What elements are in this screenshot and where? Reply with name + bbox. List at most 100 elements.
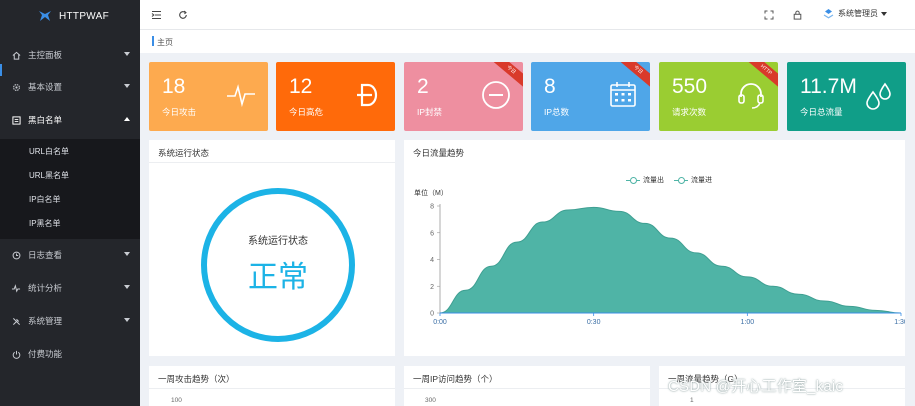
system-status-panel: 系统运行状态 系统运行状态 正常 bbox=[149, 140, 395, 356]
sidebar: HTTPWAF 主控面板 基本设置 黑白名单 URL白名单 URL黑名单 IP白… bbox=[0, 0, 140, 406]
list-icon bbox=[11, 115, 21, 125]
axis-tick-label: 300 bbox=[425, 397, 436, 404]
y-tick-label: 6 bbox=[430, 230, 434, 237]
breadcrumb-marker bbox=[152, 36, 154, 46]
panel-title: 一周IP访问趋势（个） bbox=[413, 374, 498, 384]
sidebar-item-label: 日志查看 bbox=[28, 250, 63, 260]
stat-value: 2 bbox=[417, 75, 429, 98]
y-tick-label: 0 bbox=[430, 311, 434, 318]
sidebar-item-label: 系统管理 bbox=[28, 316, 63, 326]
panel-title: 一周攻击趋势（次） bbox=[158, 374, 235, 384]
stat-value: 11.7M bbox=[800, 75, 857, 98]
sidebar-item-basic-settings[interactable]: 基本设置 bbox=[0, 72, 140, 102]
stat-card-requests[interactable]: 550 请求次数 HTTP bbox=[659, 62, 778, 131]
sidebar-item-blacklist-whitelist[interactable]: 黑白名单 bbox=[0, 105, 140, 135]
x-tick-label: 1:00 bbox=[741, 319, 755, 326]
app-logo[interactable]: HTTPWAF bbox=[0, 0, 140, 32]
panel-title: 系统运行状态 bbox=[158, 148, 210, 158]
sidebar-item-dashboard[interactable]: 主控面板 bbox=[0, 40, 140, 70]
stat-label: 今日高危 bbox=[289, 107, 324, 117]
sidebar-item-label: 付费功能 bbox=[28, 349, 63, 359]
home-icon bbox=[11, 50, 21, 60]
submenu-item-ip-whitelist[interactable]: IP白名单 bbox=[0, 187, 140, 211]
chevron-down-icon bbox=[124, 252, 130, 256]
user-menu[interactable]: 系统管理员 bbox=[823, 8, 887, 19]
status-value: 正常 bbox=[248, 260, 308, 295]
breadcrumb-home[interactable]: 主页 bbox=[157, 37, 173, 48]
chevron-down-icon bbox=[124, 318, 130, 322]
weekly-ip-panel: 一周IP访问趋势（个） 300 bbox=[404, 366, 650, 406]
clock-icon bbox=[11, 250, 21, 260]
weekly-attack-panel: 一周攻击趋势（次） 100 bbox=[149, 366, 395, 406]
submenu-item-url-blacklist[interactable]: URL黑名单 bbox=[0, 163, 140, 187]
sidebar-item-label: 统计分析 bbox=[28, 283, 63, 293]
stat-card-traffic[interactable]: 11.7M 今日总流量 bbox=[787, 62, 906, 131]
sidebar-item-system-management[interactable]: 系统管理 bbox=[0, 306, 140, 336]
status-ring: 系统运行状态 正常 bbox=[201, 188, 355, 342]
y-tick-label: 8 bbox=[430, 204, 434, 211]
chevron-down-icon bbox=[124, 285, 130, 289]
sidebar-item-statistics[interactable]: 统计分析 bbox=[0, 273, 140, 303]
panel-divider bbox=[149, 162, 395, 163]
danger-d-icon bbox=[357, 83, 378, 107]
fullscreen-icon[interactable] bbox=[763, 9, 775, 21]
traffic-trend-panel: 今日流量趋势 流量出 流量进 单位（M） 0 2 4 6 8 0:00 0:30 1:00 1:3… bbox=[404, 140, 905, 356]
axis-tick-label: 100 bbox=[171, 397, 182, 404]
chevron-down-icon bbox=[881, 11, 887, 16]
menu-toggle-icon[interactable] bbox=[150, 9, 162, 21]
stat-card-ip-banned[interactable]: 2 IP封禁 今日 bbox=[404, 62, 523, 131]
sidebar-item-logs[interactable]: 日志查看 bbox=[0, 240, 140, 270]
refresh-icon[interactable] bbox=[177, 9, 189, 21]
panel-divider bbox=[149, 388, 395, 389]
sidebar-item-paid-features[interactable]: 付费功能 bbox=[0, 339, 140, 369]
x-tick-label: 0:00 bbox=[433, 319, 447, 326]
traffic-chart: 单位（M） 0 2 4 6 8 0:00 0:30 1:00 1:30 bbox=[414, 188, 905, 326]
headset-icon bbox=[738, 83, 764, 109]
stat-label: IP封禁 bbox=[417, 107, 443, 117]
panel-divider bbox=[404, 388, 650, 389]
chevron-down-icon bbox=[124, 84, 130, 88]
user-name: 系统管理员 bbox=[838, 9, 878, 18]
chevron-down-icon bbox=[124, 52, 130, 56]
pulse-icon bbox=[11, 283, 21, 293]
stat-value: 12 bbox=[289, 75, 313, 98]
gear-icon bbox=[11, 82, 21, 92]
stat-label: 请求次数 bbox=[672, 107, 707, 117]
y-axis-label: 单位（M） bbox=[414, 188, 448, 197]
watermark: CSDN @开心工作室_kaic bbox=[668, 378, 844, 395]
water-drops-icon bbox=[866, 82, 891, 110]
power-icon bbox=[11, 349, 21, 359]
stat-label: 今日攻击 bbox=[162, 107, 197, 117]
sidebar-item-label: 基本设置 bbox=[28, 82, 63, 92]
submenu-item-url-whitelist[interactable]: URL白名单 bbox=[0, 139, 140, 163]
stat-card-high-risk[interactable]: 12 今日高危 bbox=[276, 62, 395, 131]
heartbeat-icon bbox=[227, 84, 255, 108]
status-ring-label: 系统运行状态 bbox=[248, 236, 308, 247]
y-tick-label: 4 bbox=[430, 257, 434, 264]
waf-logo-icon bbox=[39, 11, 51, 21]
app-logo-text: HTTPWAF bbox=[59, 10, 110, 22]
no-entry-icon bbox=[482, 81, 510, 109]
sidebar-item-label: 主控面板 bbox=[28, 50, 63, 60]
chevron-up-icon bbox=[124, 117, 130, 121]
tools-icon bbox=[11, 316, 21, 326]
stat-label: IP总数 bbox=[544, 107, 570, 117]
stat-value: 8 bbox=[544, 75, 556, 98]
sidebar-item-label: 黑白名单 bbox=[28, 115, 63, 125]
stat-value: 550 bbox=[672, 75, 708, 98]
axis-tick-label: 1 bbox=[690, 397, 694, 404]
stat-card-attacks[interactable]: 18 今日攻击 bbox=[149, 62, 268, 131]
avatar-icon bbox=[823, 9, 834, 19]
stat-value: 18 bbox=[162, 75, 186, 98]
calendar-icon bbox=[610, 82, 636, 107]
y-tick-label: 2 bbox=[430, 284, 434, 291]
x-tick-label: 1:30 bbox=[894, 319, 905, 326]
stat-card-ip-total[interactable]: 8 IP总数 今日 bbox=[531, 62, 650, 131]
submenu-item-ip-blacklist[interactable]: IP黑名单 bbox=[0, 211, 140, 235]
lock-icon[interactable] bbox=[791, 9, 803, 21]
stat-label: 今日总流量 bbox=[800, 107, 843, 117]
blacklist-submenu: URL白名单 URL黑名单 IP白名单 IP黑名单 bbox=[0, 139, 140, 239]
breadcrumb: 主页 bbox=[140, 30, 915, 53]
top-header: 系统管理员 bbox=[140, 0, 915, 30]
traffic-area-series bbox=[439, 206, 902, 314]
